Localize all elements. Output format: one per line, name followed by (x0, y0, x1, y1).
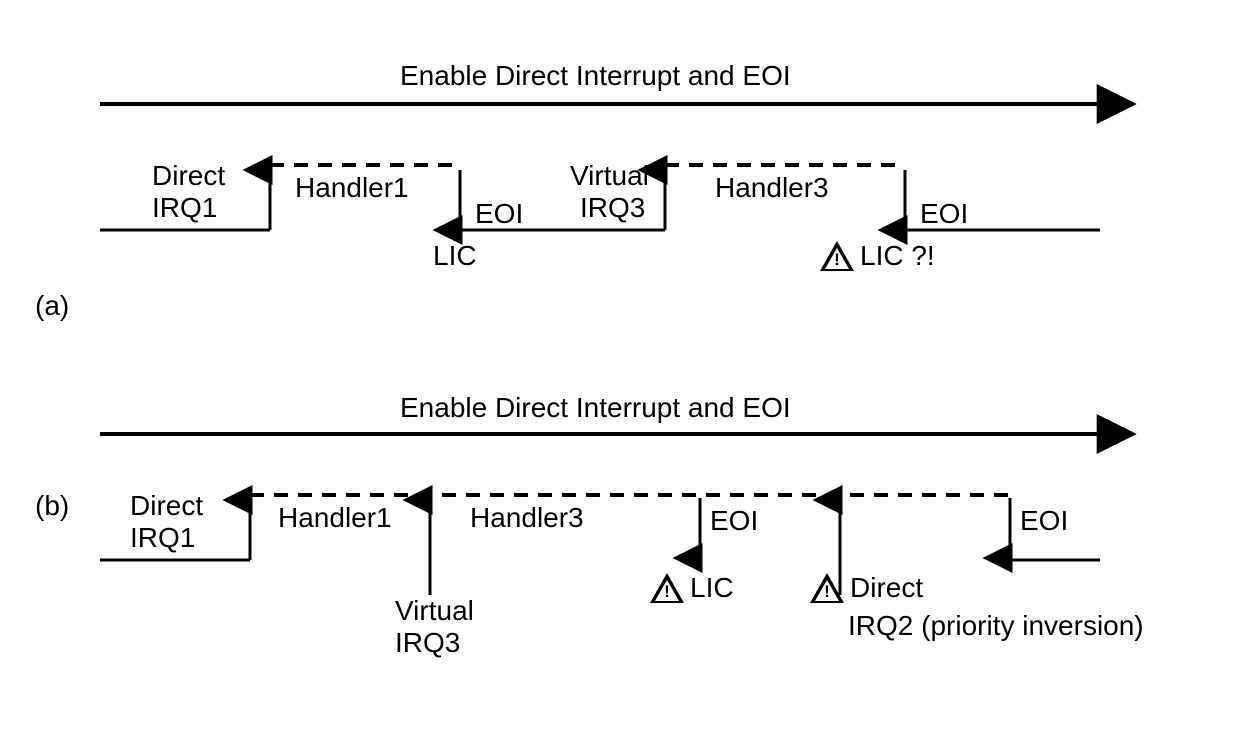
a-handler1: Handler1 (295, 172, 409, 204)
warning-icon: ! (810, 573, 844, 603)
panel-tag-b: (b) (35, 490, 69, 522)
diagram-root: Enable Direct Interrupt and EOI Enable D… (0, 0, 1240, 732)
a-warning-lic: ! LIC ?! (820, 240, 935, 272)
b-virq-line1: Virtual (395, 595, 474, 627)
b-dirq2-l1-text: Direct (850, 572, 923, 604)
b-handler3: Handler3 (470, 502, 584, 534)
a-virq-line2: IRQ3 (580, 192, 645, 224)
b-dirq2-l2: IRQ2 (priority inversion) (848, 610, 1144, 642)
a-virq-line1: Virtual (570, 160, 649, 192)
a-lic2-text: LIC ?! (860, 240, 935, 272)
b-eoi1: EOI (710, 505, 758, 537)
a-irq1-line2: IRQ1 (152, 192, 217, 224)
b-irq1-line2: IRQ1 (130, 522, 195, 554)
warning-icon: ! (650, 573, 684, 603)
b-handler1: Handler1 (278, 502, 392, 534)
a-eoi2: EOI (920, 198, 968, 230)
a-handler3: Handler3 (715, 172, 829, 204)
header-b: Enable Direct Interrupt and EOI (400, 392, 791, 424)
b-warning-lic: ! LIC (650, 572, 734, 604)
b-eoi2: EOI (1020, 505, 1068, 537)
b-lic1-text: LIC (690, 572, 734, 604)
b-virq-line2: IRQ3 (395, 627, 460, 659)
a-irq1-line1: Direct (152, 160, 225, 192)
header-a: Enable Direct Interrupt and EOI (400, 60, 791, 92)
a-eoi1: EOI (475, 198, 523, 230)
warning-icon: ! (820, 241, 854, 271)
panel-tag-a: (a) (35, 290, 69, 322)
a-lic1: LIC (433, 240, 477, 272)
b-irq1-line1: Direct (130, 490, 203, 522)
b-warning-irq2: ! Direct (810, 572, 923, 604)
